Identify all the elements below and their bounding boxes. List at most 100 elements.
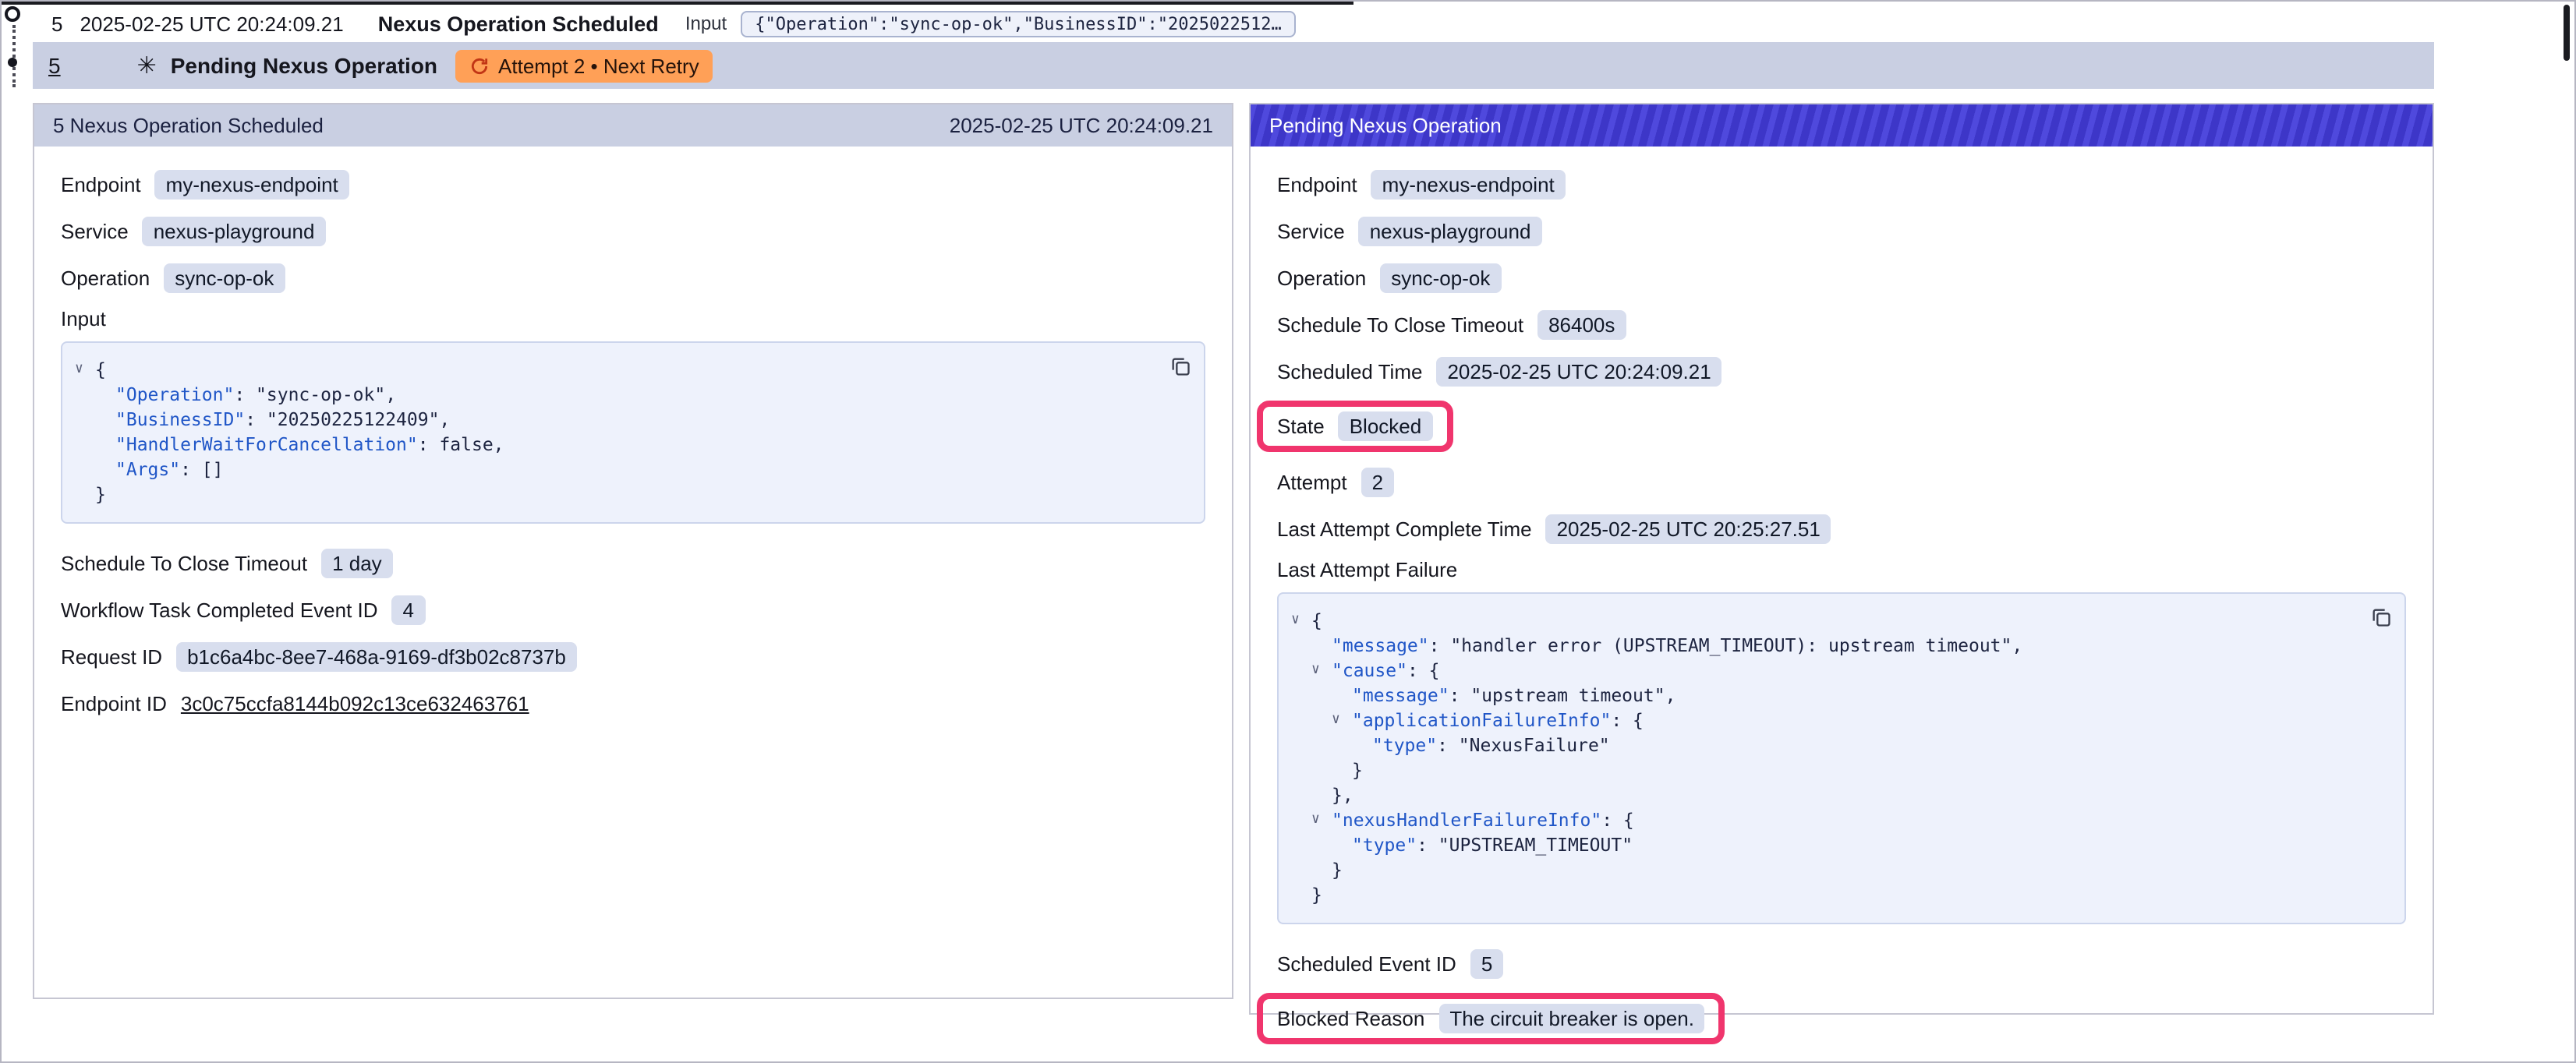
field-value-chip: 2025-02-25 UTC 20:24:09.21 — [1436, 356, 1721, 386]
collapse-chevron-icon[interactable]: ∨ — [75, 357, 95, 382]
copy-button[interactable] — [2370, 606, 2392, 628]
field-scheduled-time: Scheduled Time 2025-02-25 UTC 20:24:09.2… — [1277, 354, 2406, 388]
field-value-chip: nexus-playground — [143, 216, 326, 245]
event-title: Nexus Operation Scheduled — [378, 12, 659, 35]
input-label: Input — [685, 12, 727, 34]
code-line: "BusinessID": "20250225122409", — [75, 407, 1157, 432]
field-label: Operation — [1277, 266, 1366, 289]
field-schedule-to-close: Schedule To Close Timeout 1 day — [61, 546, 1205, 580]
focus-top-border — [2, 2, 1353, 5]
failure-json-viewer: ∨{"message": "handler error (UPSTREAM_TI… — [1277, 592, 2406, 924]
event-row-scheduled[interactable]: 5 2025-02-25 UTC 20:24:09.21 Nexus Opera… — [33, 5, 1296, 42]
pending-operation-icon: ✳ — [137, 54, 157, 77]
code-line: ∨{ — [75, 357, 1157, 382]
field-label: Endpoint — [1277, 172, 1357, 196]
field-service: Service nexus-playground — [1277, 214, 2406, 248]
pending-panel-body: Endpoint my-nexus-endpoint Service nexus… — [1251, 147, 2433, 1063]
field-value-chip: sync-op-ok — [1380, 263, 1501, 292]
field-wft-completed-event-id: Workflow Task Completed Event ID 4 — [61, 592, 1205, 627]
field-attempt: Attempt 2 — [1277, 464, 2406, 499]
field-value-chip: my-nexus-endpoint — [155, 169, 349, 199]
copy-icon — [1169, 355, 1191, 377]
field-label: Schedule To Close Timeout — [61, 551, 307, 574]
field-label: Endpoint — [61, 172, 141, 196]
field-label: Schedule To Close Timeout — [1277, 313, 1523, 336]
scheduled-panel-body: Endpoint my-nexus-endpoint Service nexus… — [34, 147, 1232, 753]
field-label: Service — [61, 219, 129, 242]
input-section-label: Input — [61, 307, 1205, 330]
field-value-chip: 86400s — [1537, 309, 1626, 339]
field-value-chip: b1c6a4bc-8ee7-468a-9169-df3b02c8737b — [176, 641, 577, 671]
field-endpoint: Endpoint my-nexus-endpoint — [61, 167, 1205, 201]
panel-title: Pending Nexus Operation — [1269, 114, 1502, 137]
retry-icon — [469, 55, 489, 76]
pending-panel-header: Pending Nexus Operation — [1251, 104, 2433, 147]
event-row-pending[interactable]: 5 ✳ Pending Nexus Operation Attempt 2 • … — [33, 42, 2434, 89]
field-last-attempt-complete-time: Last Attempt Complete Time 2025-02-25 UT… — [1277, 511, 2406, 546]
field-label: Operation — [61, 266, 150, 289]
retry-badge-label: Attempt 2 • Next Retry — [498, 54, 699, 77]
field-label: Endpoint ID — [61, 691, 167, 715]
field-label: Service — [1277, 219, 1345, 242]
code-line: "Args": [] — [75, 457, 1157, 482]
retry-badge: Attempt 2 • Next Retry — [455, 49, 713, 82]
field-value-chip: 4 — [392, 595, 425, 624]
pending-event-title: Pending Nexus Operation — [171, 53, 437, 78]
event-id-link[interactable]: 5 — [48, 53, 61, 78]
event-history-view: 5 2025-02-25 UTC 20:24:09.21 Nexus Opera… — [0, 0, 2576, 1063]
field-value-chip: 2 — [1361, 467, 1394, 496]
code-line: } — [75, 482, 1157, 507]
field-value-chip: my-nexus-endpoint — [1371, 169, 1566, 199]
field-operation: Operation sync-op-ok — [1277, 260, 2406, 295]
field-label: Scheduled Time — [1277, 359, 1422, 383]
scrollbar-thumb[interactable] — [2564, 5, 2570, 61]
field-label: Last Attempt Complete Time — [1277, 517, 1532, 540]
timeline-node-icon — [5, 6, 20, 22]
collapse-chevron-icon[interactable]: ∨ — [1291, 608, 1311, 633]
code-line: ∨"nexusHandlerFailureInfo": { — [1291, 807, 2358, 832]
collapse-chevron-icon[interactable]: ∨ — [1311, 658, 1332, 683]
scheduled-panel-header: 5 Nexus Operation Scheduled 2025-02-25 U… — [34, 104, 1232, 147]
collapse-chevron-icon[interactable]: ∨ — [1332, 708, 1352, 733]
copy-icon — [2370, 606, 2392, 628]
last-attempt-failure-label: Last Attempt Failure — [1277, 558, 2406, 581]
detail-panels: 5 Nexus Operation Scheduled 2025-02-25 U… — [33, 103, 2434, 1015]
field-value-chip: 2025-02-25 UTC 20:25:27.51 — [1546, 514, 1831, 543]
field-operation: Operation sync-op-ok — [61, 260, 1205, 295]
field-value-chip: 1 day — [321, 548, 393, 577]
annotation-highlight-state: State Blocked — [1257, 401, 1453, 452]
field-label: State — [1277, 415, 1325, 438]
field-service: Service nexus-playground — [61, 214, 1205, 248]
code-line: "type": "NexusFailure" — [1291, 733, 2358, 758]
code-line: "Operation": "sync-op-ok", — [75, 382, 1157, 407]
field-label: Blocked Reason — [1277, 1007, 1424, 1030]
state-badge: Blocked — [1339, 411, 1433, 441]
field-label: Scheduled Event ID — [1277, 952, 1456, 975]
pending-operation-panel: Pending Nexus Operation Endpoint my-nexu… — [1249, 103, 2434, 1015]
event-id: 5 — [51, 12, 62, 35]
field-label: Request ID — [61, 645, 162, 668]
input-preview-chip[interactable]: {"Operation":"sync-op-ok","BusinessID":"… — [741, 10, 1296, 37]
input-json-viewer: ∨{"Operation": "sync-op-ok","BusinessID"… — [61, 341, 1205, 524]
field-value-chip: sync-op-ok — [164, 263, 285, 292]
endpoint-id-link[interactable]: 3c0c75ccfa8144b092c13ce632463761 — [181, 691, 529, 715]
code-line: "message": "handler error (UPSTREAM_TIME… — [1291, 633, 2358, 658]
field-schedule-to-close: Schedule To Close Timeout 86400s — [1277, 307, 2406, 341]
code-line: ∨{ — [1291, 608, 2358, 633]
copy-button[interactable] — [1169, 355, 1191, 377]
field-value-chip: 5 — [1470, 948, 1503, 978]
panel-timestamp: 2025-02-25 UTC 20:24:09.21 — [950, 114, 1213, 137]
field-label: Workflow Task Completed Event ID — [61, 598, 378, 621]
field-endpoint-id: Endpoint ID 3c0c75ccfa8144b092c13ce63246… — [61, 686, 1205, 720]
event-timestamp: 2025-02-25 UTC 20:24:09.21 — [80, 12, 343, 35]
code-line: } — [1291, 857, 2358, 882]
timeline-current-dot-icon — [8, 58, 17, 67]
code-line: ∨"cause": { — [1291, 658, 2358, 683]
code-line: } — [1291, 882, 2358, 907]
collapse-chevron-icon[interactable]: ∨ — [1311, 807, 1332, 832]
code-line: "message": "upstream timeout", — [1291, 683, 2358, 708]
scheduled-event-panel: 5 Nexus Operation Scheduled 2025-02-25 U… — [33, 103, 1233, 999]
panel-title: 5 Nexus Operation Scheduled — [53, 114, 324, 137]
timeline-dotted-connector — [12, 25, 16, 87]
field-value-chip: nexus-playground — [1359, 216, 1542, 245]
